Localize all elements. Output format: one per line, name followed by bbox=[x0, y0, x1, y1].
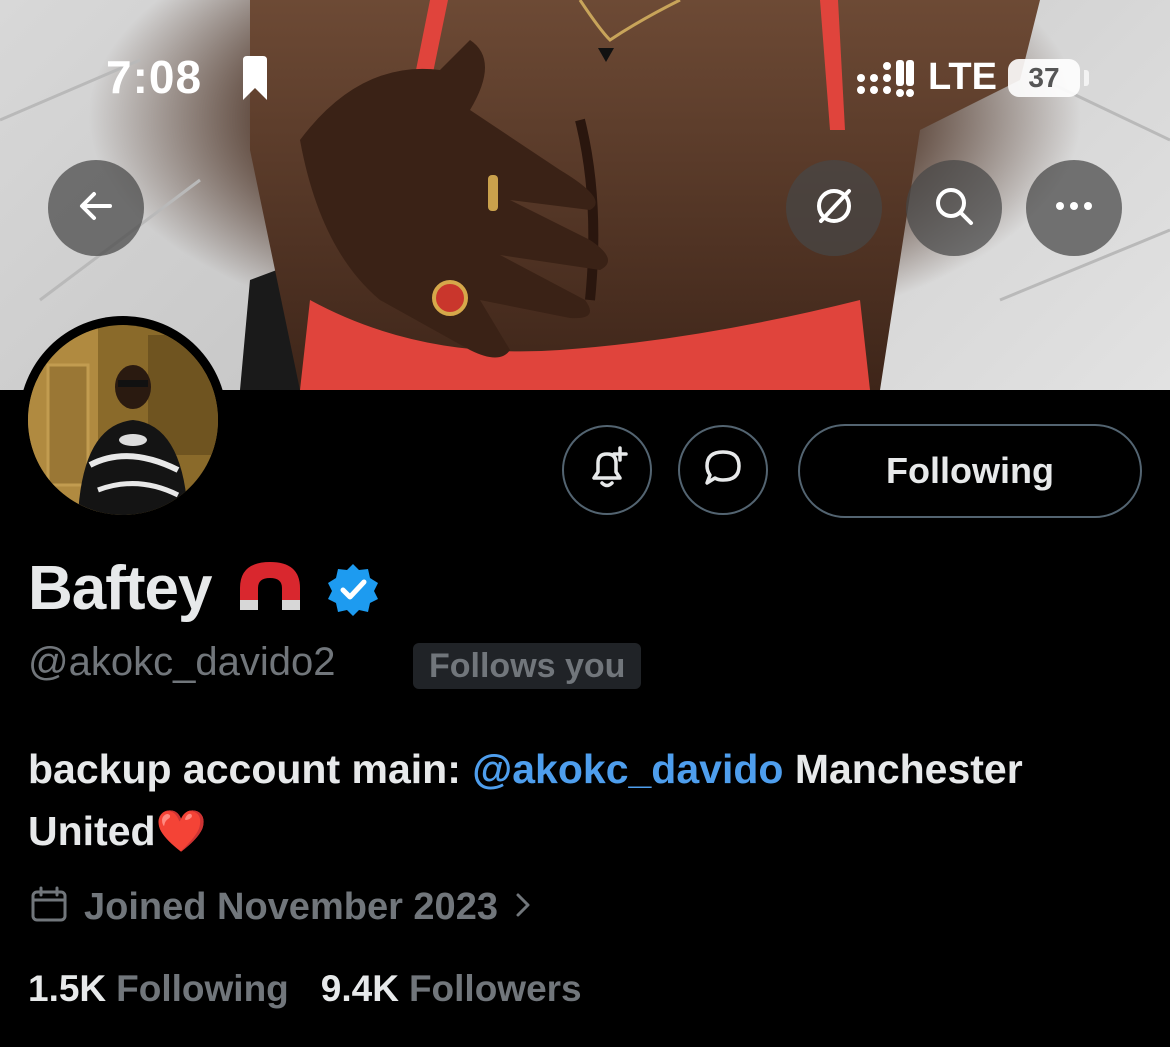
bio: backup account main: @akokc_davido Manch… bbox=[28, 738, 1148, 862]
battery-icon: 37 bbox=[1008, 59, 1080, 97]
following-button[interactable]: Following bbox=[798, 424, 1142, 518]
calendar-icon bbox=[30, 886, 68, 929]
bio-mention-link[interactable]: @akokc_davido bbox=[472, 746, 783, 792]
followers-stat[interactable]: 9.4K Followers bbox=[321, 968, 582, 1010]
magnet-emoji-icon bbox=[234, 558, 306, 619]
bio-text-before: backup account main: bbox=[28, 746, 473, 792]
arrow-left-icon bbox=[76, 186, 116, 231]
following-label: Following bbox=[116, 968, 289, 1009]
back-button[interactable] bbox=[48, 160, 144, 256]
bookmark-icon bbox=[240, 56, 270, 107]
network-label: LTE bbox=[928, 56, 997, 98]
signal-icon bbox=[856, 60, 916, 105]
avatar[interactable] bbox=[19, 316, 227, 524]
display-name: Baftey bbox=[28, 554, 213, 623]
message-bubble-icon bbox=[700, 445, 746, 496]
follow-stats: 1.5K Following 9.4K Followers bbox=[28, 968, 582, 1010]
battery-nub bbox=[1084, 70, 1089, 86]
search-icon bbox=[931, 183, 977, 234]
joined-row[interactable]: Joined November 2023 bbox=[30, 884, 532, 930]
grok-icon bbox=[811, 183, 857, 234]
following-stat[interactable]: 1.5K Following bbox=[28, 968, 289, 1010]
battery-level: 37 bbox=[1028, 62, 1060, 93]
more-icon bbox=[1054, 199, 1094, 217]
avatar-photo bbox=[28, 325, 218, 515]
verified-badge-icon[interactable] bbox=[326, 562, 380, 621]
status-time: 7:08 bbox=[106, 51, 203, 103]
follows-you-badge: Follows you bbox=[413, 643, 642, 689]
joined-date: Joined November 2023 bbox=[84, 885, 498, 928]
message-button[interactable] bbox=[678, 425, 768, 515]
chevron-right-icon bbox=[514, 891, 532, 924]
user-handle: @akokc_davido2 bbox=[28, 640, 336, 684]
followers-label: Followers bbox=[408, 968, 582, 1009]
bell-plus-icon bbox=[584, 445, 630, 496]
heart-emoji: ❤️ bbox=[155, 808, 207, 854]
more-button[interactable] bbox=[1026, 160, 1122, 256]
search-button[interactable] bbox=[906, 160, 1002, 256]
following-count: 1.5K bbox=[28, 968, 107, 1009]
notify-button[interactable] bbox=[562, 425, 652, 515]
grok-button[interactable] bbox=[786, 160, 882, 256]
followers-count: 9.4K bbox=[320, 968, 399, 1009]
